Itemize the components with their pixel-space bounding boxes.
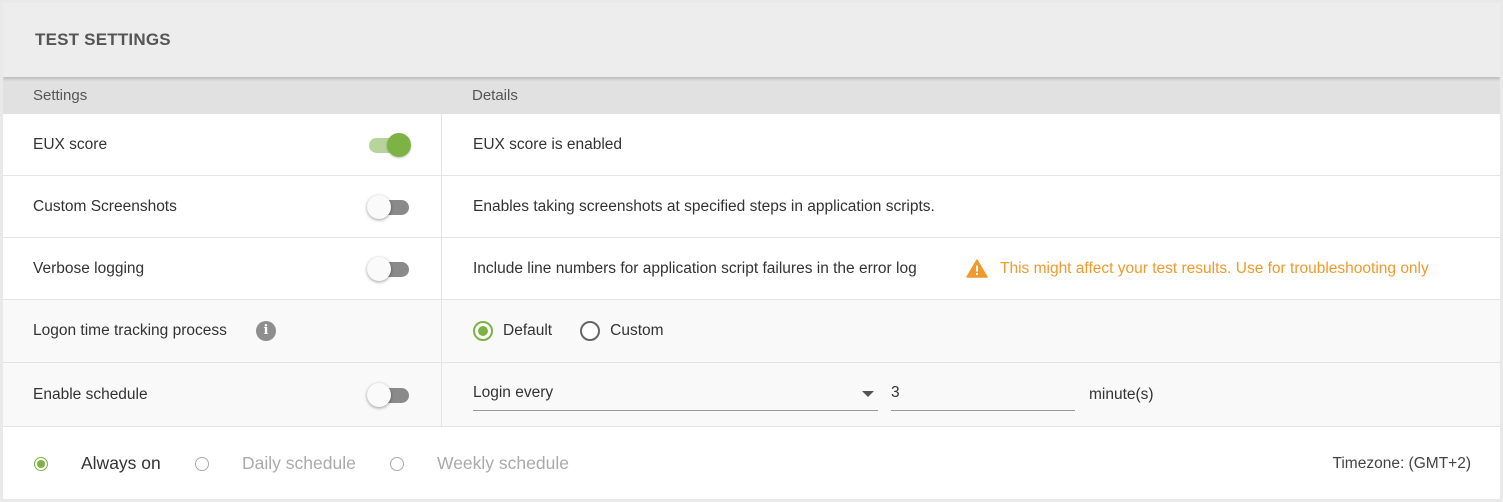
setting-row-enable-schedule: Enable schedule Login every minute(s) (3, 363, 1500, 427)
verbose-warning: This might affect your test results. Use… (966, 259, 1429, 278)
setting-label: Logon time tracking process (33, 322, 227, 339)
setting-row-verbose-logging: Verbose logging Include line numbers for… (3, 238, 1500, 300)
test-settings-panel: TEST SETTINGS Settings Details EUX score… (3, 3, 1500, 499)
column-header-settings: Settings (33, 87, 88, 104)
timezone-label: Timezone: (GMT+2) (1332, 454, 1471, 472)
setting-detail: EUX score is enabled (473, 135, 623, 153)
schedule-radio-daily[interactable]: Daily schedule (195, 453, 356, 473)
setting-label: Enable schedule (33, 385, 148, 403)
setting-row-logon-tracking: Logon time tracking process i Default Cu… (3, 300, 1500, 363)
radio-label: Custom (610, 322, 664, 339)
schedule-radio-always-on[interactable]: Always on (34, 453, 161, 473)
logon-radio-default[interactable]: Default (473, 321, 552, 341)
toggle-thumb (367, 256, 391, 281)
setting-row-custom-screenshots: Custom Screenshots Enables taking screen… (3, 176, 1500, 238)
radio-circle (473, 321, 493, 341)
radio-circle (34, 456, 48, 471)
setting-label: Verbose logging (33, 259, 145, 277)
column-header-row: Settings Details (3, 77, 1500, 114)
radio-circle (390, 456, 404, 471)
toggle-thumb (367, 194, 391, 219)
setting-detail: Include line numbers for application scr… (473, 259, 917, 277)
panel-title: TEST SETTINGS (35, 30, 171, 49)
interval-value-input[interactable] (891, 376, 1075, 402)
toggle-thumb (367, 382, 391, 407)
custom-screenshots-toggle[interactable] (367, 194, 411, 219)
radio-label: Default (503, 322, 553, 339)
eux-score-toggle[interactable] (367, 132, 411, 157)
column-header-details: Details (472, 87, 518, 104)
enable-schedule-toggle[interactable] (367, 382, 411, 407)
login-interval-select[interactable]: Login every (473, 376, 878, 411)
setting-detail: Enables taking screenshots at specified … (473, 197, 935, 215)
schedule-footer: Always on Daily schedule Weekly schedule… (3, 427, 1500, 499)
info-icon[interactable]: i (256, 321, 276, 341)
toggle-thumb (387, 132, 411, 157)
setting-label: Custom Screenshots (33, 197, 177, 215)
chevron-down-icon (862, 391, 874, 397)
radio-circle (580, 321, 601, 341)
radio-label: Daily schedule (242, 453, 356, 473)
radio-circle (195, 456, 209, 471)
setting-row-eux-score: EUX score EUX score is enabled (3, 114, 1500, 176)
panel-header: TEST SETTINGS (3, 3, 1500, 77)
radio-label: Weekly schedule (437, 453, 569, 473)
schedule-radio-weekly[interactable]: Weekly schedule (390, 453, 569, 473)
logon-radio-custom[interactable]: Custom (580, 321, 664, 341)
warning-icon (966, 259, 988, 278)
verbose-logging-toggle[interactable] (367, 256, 411, 281)
radio-label: Always on (81, 453, 161, 473)
interval-value-field[interactable] (891, 376, 1075, 411)
warning-text: This might affect your test results. Use… (1000, 259, 1429, 277)
setting-label: EUX score (33, 135, 108, 153)
select-value: Login every (473, 384, 554, 401)
interval-unit: minute(s) (1089, 385, 1154, 403)
